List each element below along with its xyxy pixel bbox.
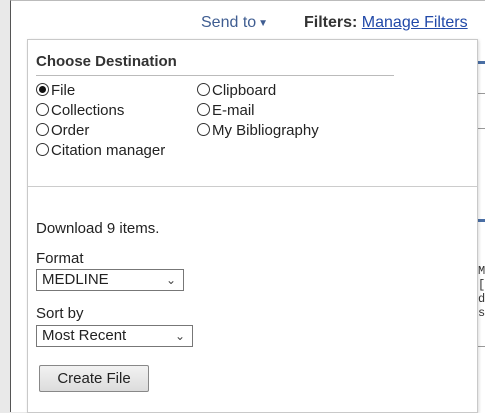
download-count-text: Download 9 items.	[36, 220, 160, 237]
radio-icon	[36, 143, 49, 156]
sort-label: Sort by	[36, 305, 84, 322]
radio-icon	[197, 83, 210, 96]
send-to-panel: Choose Destination File Clipboard Collec…	[27, 39, 478, 413]
background-divider	[477, 61, 485, 64]
radio-label: Clipboard	[212, 82, 277, 99]
radio-label: File	[51, 82, 76, 99]
chevron-down-icon: ⌄	[174, 329, 185, 343]
sort-value: Most Recent	[42, 327, 127, 344]
format-label: Format	[36, 250, 84, 267]
manage-filters-link[interactable]: Manage Filters	[362, 14, 468, 31]
radio-email[interactable]: E-mail	[197, 101, 255, 121]
background-text: [A	[478, 278, 485, 292]
background-text: Mc	[478, 264, 485, 278]
radio-icon	[197, 123, 210, 136]
radio-clipboard[interactable]: Clipboard	[197, 81, 276, 101]
create-file-button[interactable]: Create File	[39, 365, 149, 392]
radio-collections[interactable]: Collections	[36, 101, 124, 121]
caret-down-icon: ▼	[258, 18, 269, 29]
section-divider	[28, 186, 477, 187]
title-divider	[36, 75, 394, 76]
radio-label: Citation manager	[51, 142, 166, 159]
chevron-down-icon: ⌄	[165, 273, 176, 287]
radio-label: E-mail	[212, 102, 255, 119]
panel-title: Choose Destination	[36, 53, 177, 70]
radio-label: Order	[51, 122, 90, 139]
background-text: da	[478, 292, 485, 306]
background-divider	[477, 128, 485, 129]
radio-citation-manager[interactable]: Citation manager	[36, 141, 165, 161]
background-divider	[477, 219, 485, 222]
sort-select[interactable]: Most Recent ⌄	[36, 325, 193, 347]
format-value: MEDLINE	[42, 271, 109, 288]
filters-area: Filters: Manage Filters	[304, 14, 468, 32]
radio-my-bibliography[interactable]: My Bibliography	[197, 121, 319, 141]
radio-label: My Bibliography	[212, 122, 319, 139]
background-text: s	[478, 306, 485, 320]
radio-order[interactable]: Order	[36, 121, 89, 141]
results-toolbar: Send to ▼ Filters: Manage Filters	[11, 1, 485, 37]
filters-label: Filters:	[304, 14, 358, 31]
radio-icon	[197, 103, 210, 116]
background-divider	[477, 93, 485, 94]
format-select[interactable]: MEDLINE ⌄	[36, 269, 184, 291]
radio-selected-icon	[36, 83, 49, 96]
radio-file[interactable]: File	[36, 81, 75, 101]
radio-icon	[36, 103, 49, 116]
radio-icon	[36, 123, 49, 136]
page-frame: Send to▼ Filters: Manage Filters Mc [A d…	[10, 0, 485, 413]
radio-label: Collections	[51, 102, 125, 119]
background-divider	[477, 346, 485, 347]
send-to-label: Send to	[201, 14, 257, 31]
send-to-dropdown[interactable]: Send to ▼	[201, 14, 268, 32]
